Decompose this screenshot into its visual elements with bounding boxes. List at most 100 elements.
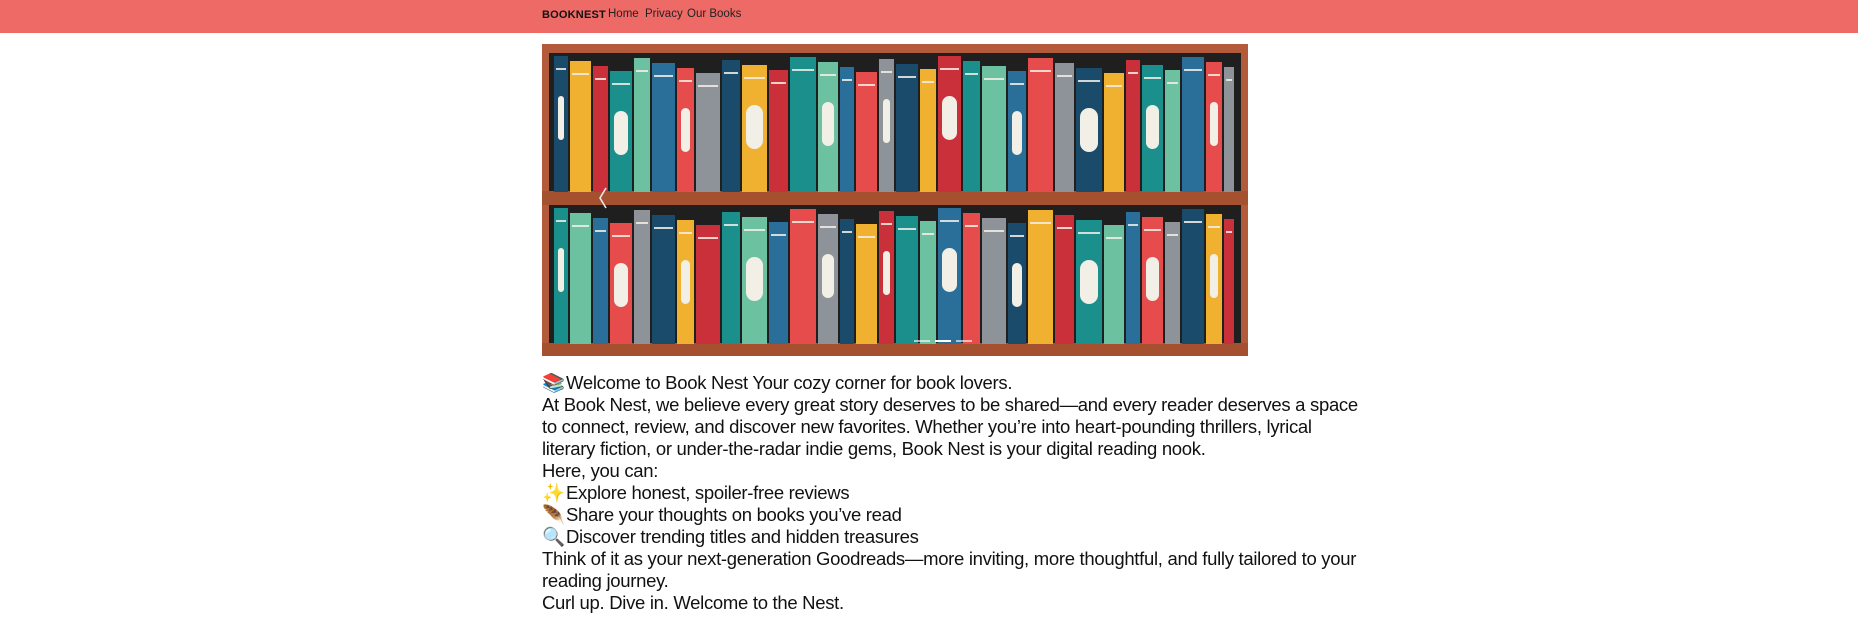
book-spine-stripe: [636, 222, 648, 224]
book-spine: [1224, 67, 1234, 192]
book-spine-stripe: [984, 230, 1004, 232]
book-spine-stripe: [858, 84, 875, 86]
book-spine: [634, 58, 650, 192]
book-spine-stripe: [984, 78, 1004, 80]
book-spine-stripe: [940, 220, 959, 222]
book-spine-stripe: [572, 73, 589, 75]
book-spine: [1126, 212, 1140, 344]
book-spine-stripe: [724, 72, 738, 74]
book-spine-label: [1080, 260, 1098, 304]
nav-link-privacy[interactable]: Privacy: [645, 8, 683, 20]
magnifier-icon: 🔍: [542, 526, 565, 547]
welcome-content: 📚Welcome to Book Nest Your cozy corner f…: [542, 372, 1362, 614]
nav-link-home[interactable]: Home: [608, 8, 639, 20]
book-spine-stripe: [1057, 227, 1072, 229]
feature-item: 🔍Discover trending titles and hidden tre…: [542, 526, 919, 547]
book-spine-label: [1146, 257, 1159, 301]
carousel-indicator[interactable]: [956, 340, 972, 342]
book-spine: [1028, 58, 1053, 192]
book-spine-stripe: [1144, 77, 1161, 79]
book-spine-stripe: [556, 68, 566, 70]
book-spine-label: [822, 102, 834, 146]
book-spine-stripe: [965, 73, 978, 75]
book-spine-stripe: [1106, 237, 1122, 239]
book-spine: [1165, 222, 1180, 344]
book-spine-label: [558, 248, 564, 292]
bookshelf-image: [542, 44, 1248, 356]
book-spine-stripe: [1208, 226, 1220, 228]
book-spine-stripe: [1167, 234, 1178, 236]
feature-item: 🪶Share your thoughts on books you’ve rea…: [542, 504, 902, 525]
book-spine-label: [681, 108, 690, 152]
book-spine: [790, 57, 816, 192]
books-icon: 📚: [542, 372, 565, 393]
book-spine-stripe: [842, 231, 852, 233]
book-spine-stripe: [771, 234, 786, 236]
book-spine: [982, 218, 1006, 344]
book-spine-stripe: [881, 71, 892, 73]
book-spine: [652, 63, 675, 192]
book-spine-label: [558, 96, 564, 140]
book-spine: [570, 61, 591, 192]
book-spine-stripe: [724, 224, 738, 226]
book-spine: [920, 69, 936, 192]
book-spine: [722, 212, 740, 344]
book-spine-stripe: [792, 221, 814, 223]
book-spine-stripe: [1010, 83, 1024, 85]
book-spine-stripe: [922, 81, 934, 83]
book-spine: [696, 225, 720, 344]
book-spine-label: [883, 99, 890, 143]
book-spine-label: [942, 96, 957, 140]
book-spine-stripe: [1078, 80, 1100, 82]
carousel-indicator-active[interactable]: [935, 340, 951, 342]
signoff-line: Curl up. Dive in. Welcome to the Nest.: [542, 592, 844, 613]
book-spine-label: [942, 248, 957, 292]
book-spine-stripe: [1010, 235, 1024, 237]
book-spine: [1028, 210, 1053, 344]
book-spine: [1055, 215, 1074, 344]
book-spine: [722, 60, 740, 192]
about-paragraph: At Book Nest, we believe every great sto…: [542, 394, 1358, 459]
book-spine-stripe: [1128, 224, 1138, 226]
book-spine-stripe: [1184, 69, 1202, 71]
book-spine-stripe: [820, 74, 836, 76]
nav-link-our-books[interactable]: Our Books: [687, 8, 741, 20]
book-spine-stripe: [636, 70, 648, 72]
book-spine: [963, 61, 980, 192]
sparkles-icon: ✨: [542, 482, 565, 503]
book-spine-stripe: [858, 236, 875, 238]
book-spine-stripe: [679, 80, 692, 82]
book-spine: [1224, 219, 1234, 344]
book-spine: [982, 66, 1006, 192]
book-spine-label: [614, 263, 628, 307]
book-spine: [856, 224, 877, 344]
book-spine: [1126, 60, 1140, 192]
feather-icon: 🪶: [542, 504, 565, 525]
book-spine: [856, 72, 877, 192]
book-spine-stripe: [922, 233, 934, 235]
book-spine-stripe: [1078, 232, 1100, 234]
book-spine: [652, 215, 675, 344]
book-spine-label: [1012, 111, 1022, 155]
book-spine-stripe: [612, 235, 630, 237]
book-spine-label: [1210, 254, 1218, 298]
book-spine-label: [614, 111, 628, 155]
book-spine-label: [681, 260, 690, 304]
book-spine-stripe: [556, 220, 566, 222]
brand-logo[interactable]: BOOKNEST: [542, 9, 606, 21]
carousel-indicator[interactable]: [914, 340, 930, 342]
book-spine: [896, 64, 918, 192]
intro-text: Welcome to Book Nest Your cozy corner fo…: [566, 372, 1013, 393]
book-spine: [634, 210, 650, 344]
book-spine-stripe: [698, 237, 718, 239]
book-spine: [1165, 70, 1180, 192]
book-spine-label: [1012, 263, 1022, 307]
book-spine-label: [822, 254, 834, 298]
book-spine-stripe: [698, 85, 718, 87]
book-spine-stripe: [771, 82, 786, 84]
book-spine: [1104, 73, 1124, 192]
book-spine: [790, 209, 816, 344]
book-spine-label: [1080, 108, 1098, 152]
top-navbar: BOOKNEST Home Privacy Our Books: [0, 0, 1858, 33]
here-label: Here, you can:: [542, 460, 659, 481]
